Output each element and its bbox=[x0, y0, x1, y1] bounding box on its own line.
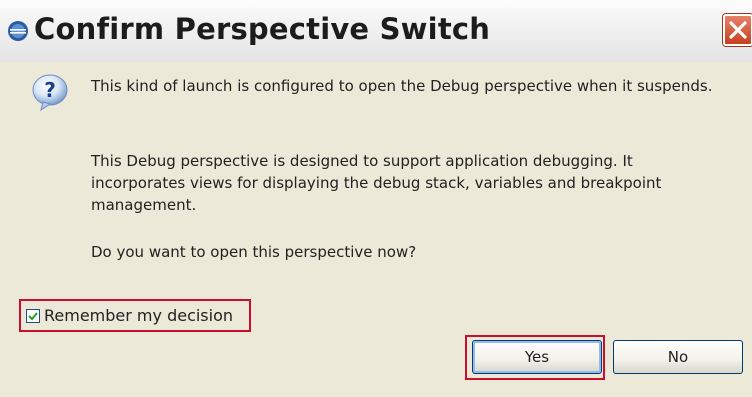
message-paragraph-1: This kind of launch is configured to ope… bbox=[91, 77, 713, 95]
title-bar[interactable]: Confirm Perspective Switch bbox=[0, 0, 752, 63]
close-button[interactable] bbox=[723, 14, 752, 46]
window-title: Confirm Perspective Switch bbox=[34, 12, 491, 46]
remember-decision-checkbox[interactable] bbox=[26, 308, 40, 323]
message-paragraph-3: Do you want to open this perspective now… bbox=[91, 243, 417, 261]
question-icon: ? bbox=[32, 74, 68, 112]
close-icon bbox=[729, 21, 747, 39]
yes-button[interactable]: Yes bbox=[472, 340, 602, 374]
checkmark-icon bbox=[28, 311, 38, 320]
eclipse-icon bbox=[8, 21, 28, 41]
svg-text:?: ? bbox=[44, 78, 56, 102]
message-paragraph-2: This Debug perspective is designed to su… bbox=[91, 152, 662, 214]
no-button[interactable]: No bbox=[613, 340, 743, 374]
confirm-perspective-switch-dialog: Confirm Perspective Switch ? This kind o… bbox=[0, 0, 752, 397]
remember-decision-highlight: Remember my decision bbox=[19, 299, 251, 332]
remember-decision-label[interactable]: Remember my decision bbox=[44, 306, 233, 325]
